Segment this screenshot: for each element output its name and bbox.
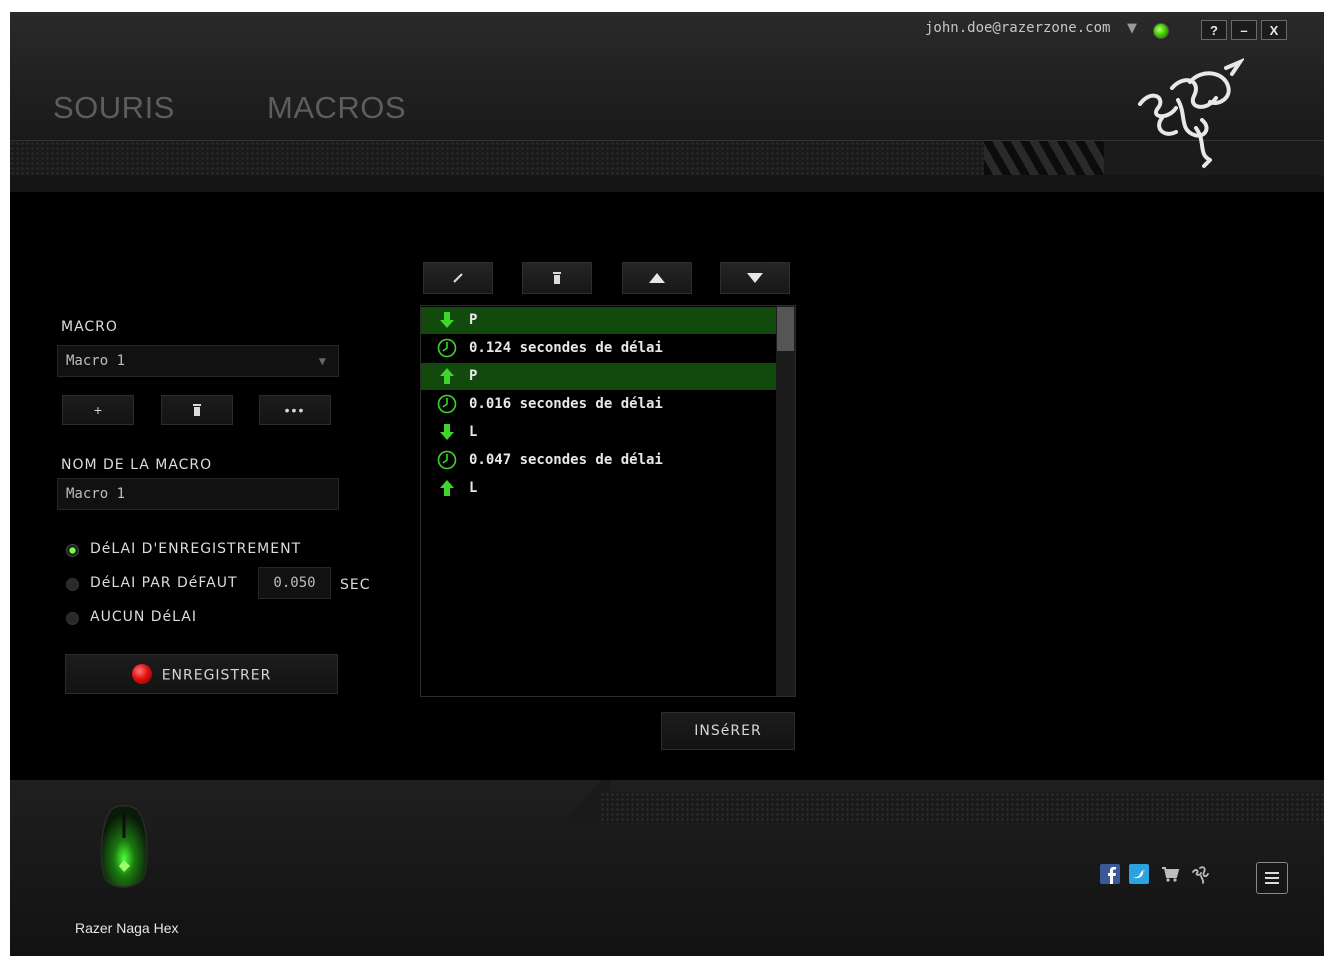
list-item-delay[interactable]: 0.124 secondes de délai	[421, 335, 777, 362]
delete-event-button[interactable]	[522, 262, 592, 294]
arrow-up-icon	[649, 273, 665, 283]
razer-naga-hex-mouse-icon[interactable]	[97, 804, 151, 896]
minimize-button[interactable]: –	[1231, 20, 1257, 40]
trash-icon	[553, 272, 561, 284]
macro-name-label: NOM DE LA MACRO	[61, 457, 213, 473]
list-item-key-up[interactable]: L	[421, 475, 777, 502]
more-options-button[interactable]: •••	[259, 395, 331, 425]
help-button[interactable]: ?	[1201, 20, 1227, 40]
menu-line	[1265, 872, 1279, 874]
online-status-icon	[1153, 23, 1169, 39]
list-scrollbar-thumb[interactable]	[777, 307, 794, 351]
shopping-cart-icon[interactable]	[1160, 864, 1180, 884]
list-item-text: P	[469, 312, 478, 328]
menu-line	[1265, 877, 1279, 879]
insert-button[interactable]: INSéRER	[661, 712, 795, 750]
twitter-icon[interactable]	[1129, 864, 1149, 884]
pencil-icon	[453, 273, 463, 283]
header: SOURIS MACROS john.doe@razerzone.com ▼ ?…	[10, 12, 1324, 192]
delete-macro-button[interactable]	[161, 395, 233, 425]
razer-synapse-window: SOURIS MACROS john.doe@razerzone.com ▼ ?…	[10, 12, 1324, 956]
account-dropdown-icon[interactable]: ▼	[1127, 21, 1137, 36]
move-up-button[interactable]	[622, 262, 692, 294]
macro-select-value: Macro 1	[66, 353, 126, 369]
close-button[interactable]: X	[1261, 20, 1287, 40]
header-texture-strip	[10, 140, 1324, 175]
radio-record-delay[interactable]	[66, 544, 79, 557]
list-item-key-down[interactable]: L	[421, 419, 777, 446]
menu-button[interactable]	[1256, 862, 1288, 894]
clock-icon	[437, 394, 457, 414]
menu-line	[1265, 882, 1279, 884]
key-down-arrow-icon	[440, 424, 454, 440]
macro-label: MACRO	[61, 319, 118, 335]
list-item-text: L	[469, 424, 478, 440]
chevron-down-icon: ▼	[318, 354, 326, 368]
macro-name-field[interactable]: Macro 1	[57, 478, 339, 510]
radio-no-delay[interactable]	[66, 612, 79, 625]
record-icon	[131, 663, 152, 684]
default-delay-input[interactable]: 0.050	[258, 567, 331, 599]
razer-snake-icon[interactable]	[1190, 864, 1210, 884]
radio-default-delay[interactable]	[66, 578, 79, 591]
edit-event-button[interactable]	[423, 262, 493, 294]
list-item-delay[interactable]: 0.016 secondes de délai	[421, 391, 777, 418]
clock-icon	[437, 450, 457, 470]
tab-souris[interactable]: SOURIS	[53, 90, 175, 126]
list-item-text: P	[469, 368, 478, 384]
clock-icon	[437, 338, 457, 358]
add-macro-button[interactable]: +	[62, 395, 134, 425]
key-down-arrow-icon	[440, 312, 454, 328]
record-label: ENREGISTRER	[161, 667, 272, 684]
user-email[interactable]: john.doe@razerzone.com	[925, 20, 1110, 36]
list-item-text: L	[469, 480, 478, 496]
list-item-key-down[interactable]: P	[421, 307, 777, 334]
header-stripes	[984, 141, 1104, 175]
trash-icon	[193, 404, 201, 416]
record-delay-label: DéLAI D'ENREGISTREMENT	[90, 541, 302, 557]
no-delay-label: AUCUN DéLAI	[90, 609, 197, 625]
list-item-text: 0.016 secondes de délai	[469, 396, 663, 412]
record-button[interactable]: ENREGISTRER	[65, 654, 338, 694]
macro-select[interactable]: Macro 1 ▼	[57, 345, 339, 377]
facebook-icon[interactable]	[1100, 864, 1120, 884]
device-name: Razer Naga Hex	[75, 920, 179, 936]
list-scrollbar[interactable]	[776, 306, 795, 696]
delay-unit-label: SEC	[340, 577, 371, 593]
key-up-arrow-icon	[440, 368, 454, 384]
default-delay-label: DéLAI PAR DéFAUT	[90, 575, 238, 591]
list-item-key-up[interactable]: P	[421, 363, 777, 390]
macro-event-list[interactable]: P 0.124 secondes de délai P 0.016 second…	[420, 305, 796, 697]
razer-logo-icon	[1138, 58, 1244, 168]
tab-macros[interactable]: MACROS	[267, 90, 406, 126]
key-up-arrow-icon	[440, 480, 454, 496]
arrow-down-icon	[747, 273, 763, 283]
list-item-delay[interactable]: 0.047 secondes de délai	[421, 447, 777, 474]
move-down-button[interactable]	[720, 262, 790, 294]
list-item-text: 0.124 secondes de délai	[469, 340, 663, 356]
list-item-text: 0.047 secondes de délai	[469, 452, 663, 468]
footer-texture-strip	[600, 792, 1324, 824]
